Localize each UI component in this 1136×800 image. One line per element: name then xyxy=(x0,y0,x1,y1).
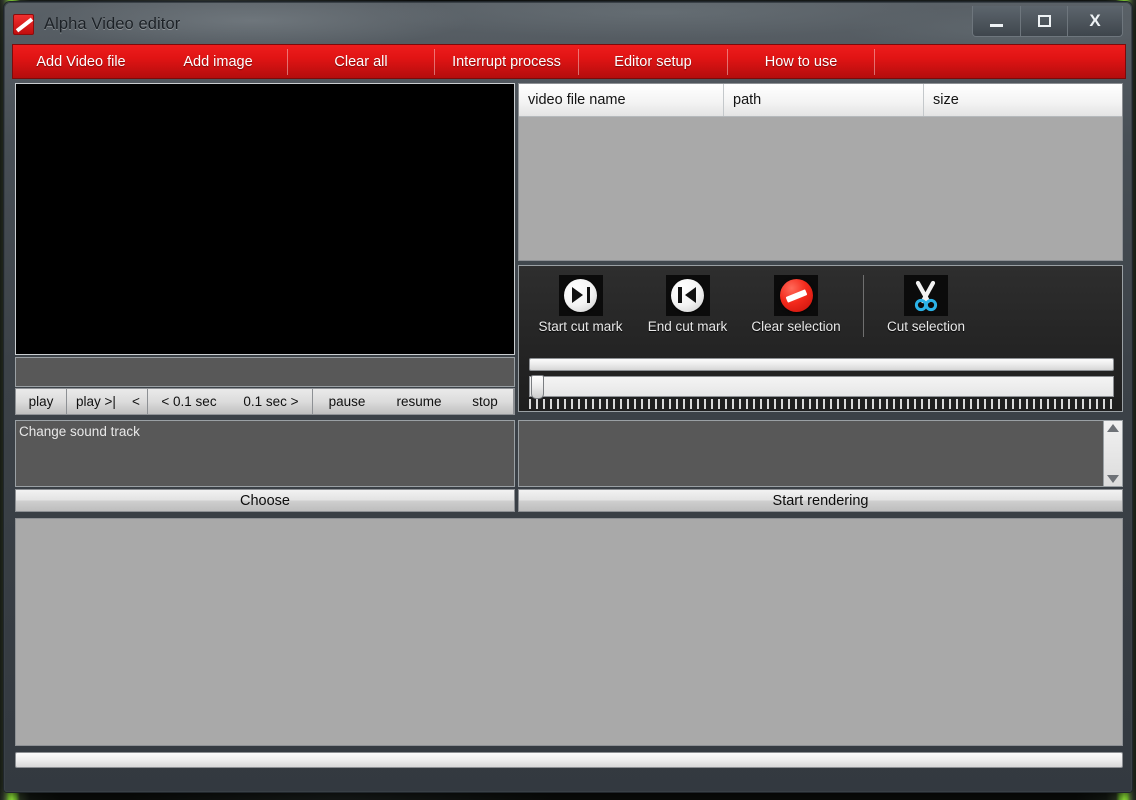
cut-tools-divider xyxy=(863,275,864,337)
menu-item-editor-setup[interactable]: Editor setup xyxy=(579,45,727,78)
soundtrack-panel: Change sound track xyxy=(15,420,515,487)
title-bar: Alpha Video editor X xyxy=(5,3,1131,45)
end-cut-mark-label: End cut mark xyxy=(647,319,728,334)
menu-separator xyxy=(874,48,875,75)
timeline-slider[interactable] xyxy=(529,375,1114,399)
end-cut-mark-button[interactable]: End cut mark xyxy=(634,275,741,334)
start-cut-mark-label: Start cut mark xyxy=(538,319,623,334)
choose-soundtrack-button[interactable]: Choose xyxy=(15,489,515,512)
skip-to-start-icon xyxy=(665,275,710,316)
cut-selection-button[interactable]: Cut selection xyxy=(876,275,976,334)
start-cut-mark-button[interactable]: Start cut mark xyxy=(527,275,634,334)
video-preview-surface[interactable] xyxy=(15,83,515,355)
playback-separator xyxy=(513,389,514,414)
forward-tenth-second-button[interactable]: 0.1 sec > xyxy=(230,389,312,414)
resume-button[interactable]: resume xyxy=(381,389,457,414)
menu-bar: Add Video file Add image Clear all Inter… xyxy=(12,44,1126,79)
scissors-icon xyxy=(904,275,948,316)
stop-button[interactable]: stop xyxy=(457,389,513,414)
column-header-path[interactable]: path xyxy=(724,84,924,116)
close-button[interactable]: X xyxy=(1067,6,1122,36)
cut-tools-panel: Start cut mark End cut mark Clear select… xyxy=(518,265,1123,412)
step-back-button[interactable]: < xyxy=(125,389,147,414)
pause-button[interactable]: pause xyxy=(313,389,381,414)
menu-item-interrupt-process[interactable]: Interrupt process xyxy=(435,45,578,78)
client-area: play play >| < < 0.1 sec 0.1 sec > pause… xyxy=(12,80,1126,785)
status-progress-bar xyxy=(15,752,1123,768)
cut-tools-row: Start cut mark End cut mark Clear select… xyxy=(519,266,1122,349)
play-button[interactable]: play xyxy=(16,389,66,414)
menu-item-clear-all[interactable]: Clear all xyxy=(288,45,434,78)
soundtrack-label: Change sound track xyxy=(19,424,140,439)
scroll-down-icon[interactable] xyxy=(1107,475,1119,483)
app-logo-icon xyxy=(13,13,34,35)
render-log-panel xyxy=(518,420,1123,487)
maximize-button[interactable] xyxy=(1020,6,1067,36)
menu-item-how-to-use[interactable]: How to use xyxy=(728,45,874,78)
start-rendering-button[interactable]: Start rendering xyxy=(518,489,1123,512)
window-title: Alpha Video editor xyxy=(44,14,181,33)
menu-item-add-video-file[interactable]: Add Video file xyxy=(13,45,149,78)
timeline-tick-marks xyxy=(529,399,1114,409)
no-entry-icon xyxy=(774,275,818,316)
column-header-size[interactable]: size xyxy=(924,84,1122,116)
maximize-icon xyxy=(1037,15,1051,27)
desktop-background: Alpha Video editor X Add Video file Add … xyxy=(0,0,1136,800)
playback-controls: play play >| < < 0.1 sec 0.1 sec > pause… xyxy=(15,388,515,415)
skip-to-end-icon xyxy=(558,275,603,316)
cut-selection-label: Cut selection xyxy=(886,319,966,334)
clear-selection-label: Clear selection xyxy=(751,319,841,334)
render-log-text xyxy=(519,421,1103,486)
table-body[interactable] xyxy=(519,117,1122,260)
video-info-bar xyxy=(15,357,515,387)
column-header-video-file-name[interactable]: video file name xyxy=(519,84,724,116)
minimize-icon xyxy=(990,24,1003,27)
minimize-button[interactable] xyxy=(973,6,1020,36)
workspace-area[interactable] xyxy=(15,518,1123,746)
cut-progress-bar xyxy=(529,358,1114,371)
clear-selection-button[interactable]: Clear selection xyxy=(741,275,851,334)
play-to-end-button[interactable]: play >| xyxy=(67,389,125,414)
application-window: Alpha Video editor X Add Video file Add … xyxy=(4,2,1132,792)
render-log-scrollbar[interactable] xyxy=(1103,421,1122,486)
back-tenth-second-button[interactable]: < 0.1 sec xyxy=(148,389,230,414)
video-file-table: video file name path size xyxy=(518,83,1123,261)
timeline-slider-handle[interactable] xyxy=(531,375,544,399)
window-controls: X xyxy=(972,6,1123,37)
menu-item-add-image[interactable]: Add image xyxy=(149,45,287,78)
table-header-row: video file name path size xyxy=(519,84,1122,117)
scroll-up-icon[interactable] xyxy=(1107,424,1119,432)
